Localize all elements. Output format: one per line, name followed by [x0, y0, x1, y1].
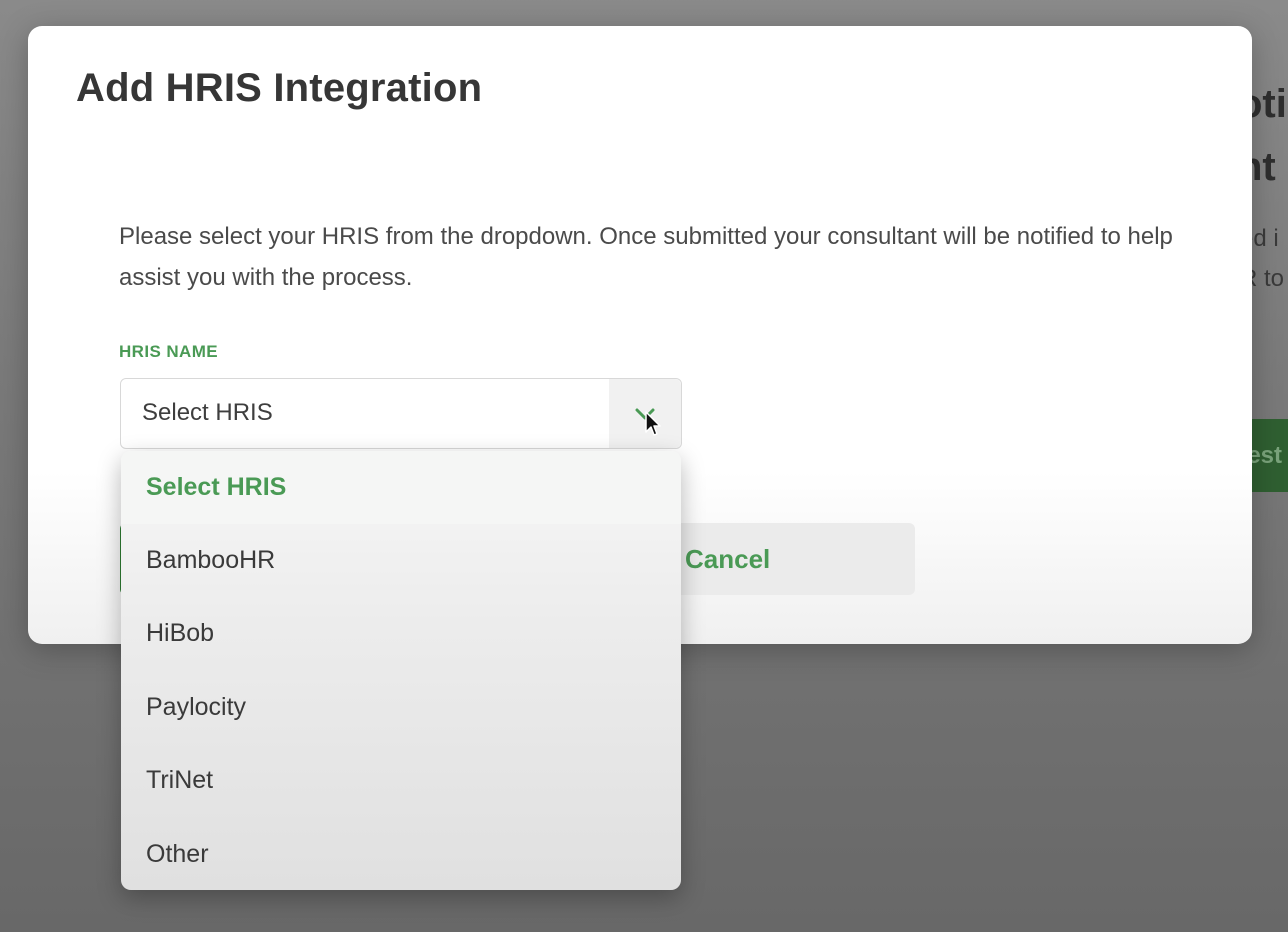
hris-select-value: Select HRIS [142, 399, 273, 426]
dropdown-option-label: Other [146, 840, 209, 868]
dropdown-option-label: TriNet [146, 766, 214, 794]
mouse-cursor-icon [644, 410, 662, 443]
dropdown-option-label: Select HRIS [146, 473, 287, 501]
dropdown-option-other[interactable]: Other [121, 818, 681, 890]
dropdown-option-label: BambooHR [146, 546, 276, 574]
dropdown-option-label: Paylocity [146, 693, 247, 721]
modal-title: Add HRIS Integration [76, 66, 483, 110]
hris-name-label: HRIS NAME [119, 342, 218, 361]
hris-select[interactable]: Select HRIS [120, 378, 682, 449]
hris-dropdown-list: Select HRIS BambooHR HiBob Paylocity Tri… [121, 451, 681, 890]
dropdown-option-select-hris[interactable]: Select HRIS [121, 451, 681, 524]
cancel-button-label: Cancel [685, 543, 771, 574]
dropdown-option-label: HiBob [146, 619, 215, 647]
cancel-button[interactable]: Cancel [653, 523, 915, 595]
dropdown-option-hibob[interactable]: HiBob [121, 597, 681, 670]
modal-description: Please select your HRIS from the dropdow… [119, 223, 1173, 291]
dropdown-option-trinet[interactable]: TriNet [121, 744, 681, 817]
dropdown-option-paylocity[interactable]: Paylocity [121, 671, 681, 744]
dropdown-option-bamboohr[interactable]: BambooHR [121, 524, 681, 597]
